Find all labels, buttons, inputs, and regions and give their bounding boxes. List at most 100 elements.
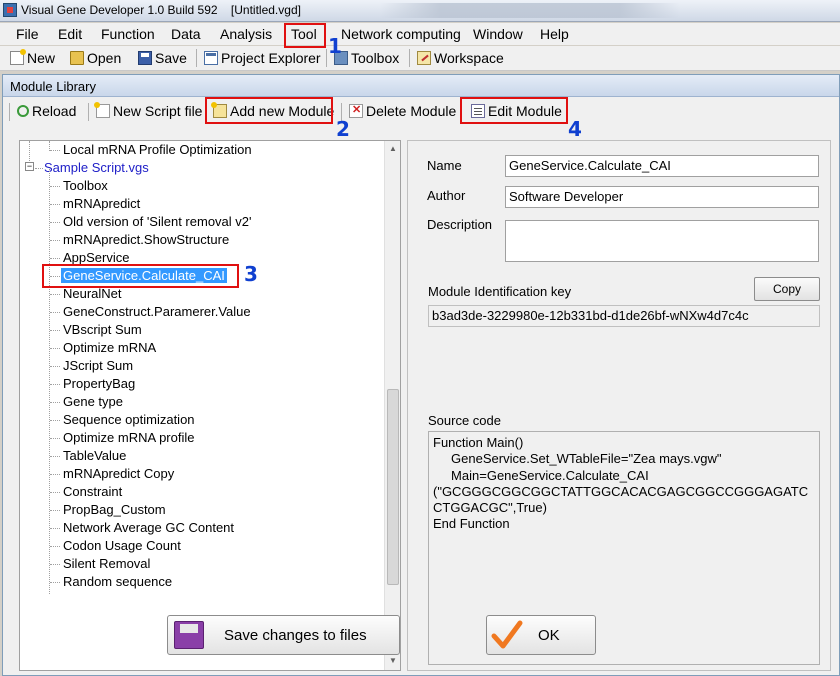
app-toolbar: New Open Save Project Explorer Toolbox W…: [0, 46, 840, 71]
tree-item-label: Sequence optimization: [63, 412, 195, 427]
module-key-field[interactable]: b3ad3de-3229980e-12b331bd-d1de26bf-wNXw4…: [428, 305, 820, 327]
tree-item-label: Codon Usage Count: [63, 538, 181, 553]
menu-bar: File Edit Function Data Analysis Tool Ne…: [0, 23, 840, 45]
ok-button[interactable]: OK: [486, 615, 596, 655]
save-changes-label: Save changes to files: [224, 627, 367, 644]
tree-item-label: PropBag_Custom: [63, 502, 166, 517]
toolbox-label: Toolbox: [351, 50, 400, 66]
delete-module-icon: [349, 103, 363, 118]
author-field[interactable]: Software Developer: [505, 186, 819, 208]
reload-button[interactable]: Reload: [17, 103, 76, 119]
module-toolbar: Reload New Script file Add new Module De…: [3, 99, 839, 125]
menu-network-computing[interactable]: Network computing: [341, 26, 461, 42]
window-title: Visual Gene Developer 1.0 Build 592 [Unt…: [21, 3, 301, 17]
new-script-icon: [94, 102, 110, 118]
title-bar: Visual Gene Developer 1.0 Build 592 [Unt…: [0, 0, 840, 22]
reload-icon: [17, 105, 29, 117]
annotation-step-1: 1: [328, 34, 342, 58]
project-explorer-button[interactable]: Project Explorer: [204, 50, 321, 66]
tree-item-label: Old version of 'Silent removal v2': [63, 214, 252, 229]
workspace-label: Workspace: [434, 50, 504, 66]
tree-scrollbar[interactable]: ▲ ▼: [384, 141, 400, 670]
save-disk-icon: [138, 51, 152, 65]
source-line: Main=GeneService.Calculate_CAI: [433, 467, 649, 483]
tree-item-label: PropertyBag: [63, 376, 136, 391]
save-changes-button[interactable]: Save changes to files: [167, 615, 400, 655]
toolbar-separator: [409, 49, 410, 67]
tree-item-label: Silent Removal: [63, 556, 151, 571]
name-label: Name: [427, 158, 462, 173]
menu-function[interactable]: Function: [101, 26, 155, 42]
scroll-down-icon[interactable]: ▼: [387, 654, 399, 668]
new-script-file-label: New Script file: [113, 103, 203, 119]
checkmark-icon: [491, 620, 523, 649]
tree-item-label: NeuralNet: [63, 286, 122, 301]
annotation-step-2: 2: [336, 117, 350, 141]
toolbox-button[interactable]: Toolbox: [334, 50, 399, 66]
menu-file[interactable]: File: [16, 26, 39, 42]
module-key-label: Module Identification key: [428, 284, 572, 299]
annotation-box-add-module: [205, 97, 333, 124]
scroll-up-icon[interactable]: ▲: [387, 142, 399, 156]
source-line: Function Main(): [433, 435, 524, 450]
tree-item-label: mRNApredict.ShowStructure: [63, 232, 230, 247]
open-button[interactable]: Open: [70, 50, 121, 66]
tree-item-label: mRNApredict: [63, 196, 141, 211]
menu-edit[interactable]: Edit: [58, 26, 82, 42]
tree-item-label: Random sequence: [63, 574, 173, 589]
menu-data[interactable]: Data: [171, 26, 201, 42]
delete-module-label: Delete Module: [366, 103, 457, 119]
save-toolbar-button[interactable]: Save: [138, 50, 187, 66]
delete-module-button[interactable]: Delete Module: [349, 103, 456, 119]
open-folder-icon: [70, 51, 84, 65]
project-explorer-icon: [204, 51, 218, 65]
new-script-file-button[interactable]: New Script file: [94, 102, 203, 119]
new-file-icon: [10, 49, 26, 65]
annotation-step-4: 4: [568, 117, 582, 141]
reload-label: Reload: [32, 103, 77, 119]
annotation-box-selected-module: [42, 264, 239, 288]
scrollbar-thumb[interactable]: [387, 389, 399, 585]
copy-key-button[interactable]: Copy: [754, 277, 820, 301]
tree-item-label: Constraint: [63, 484, 123, 499]
annotation-box-tool: [284, 23, 326, 48]
name-field[interactable]: GeneService.Calculate_CAI: [505, 155, 819, 177]
new-button[interactable]: New: [10, 49, 55, 66]
module-details-panel: Name GeneService.Calculate_CAI Author So…: [407, 140, 831, 671]
description-label: Description: [427, 217, 493, 232]
tree-connector: [29, 141, 30, 161]
source-code-label: Source code: [428, 413, 501, 428]
toolbar-grip: [9, 103, 10, 121]
tree-item-label: JScript Sum: [63, 358, 134, 373]
source-line: ("GCGGGCGGCGGCTATTGGCACACGAGCGGCCGGGAGAT…: [433, 483, 809, 499]
menu-window[interactable]: Window: [473, 26, 523, 42]
workspace-icon: [417, 51, 431, 65]
menu-help[interactable]: Help: [540, 26, 569, 42]
title-bar-blurred-area: [380, 3, 680, 18]
toolbar-separator: [326, 49, 327, 67]
source-line: GeneService.Set_WTableFile="Zea mays.vgw…: [433, 451, 722, 467]
tree-item-label: Optimize mRNA: [63, 340, 157, 355]
floppy-disk-icon: [174, 621, 204, 649]
tree-item-label: Gene type: [63, 394, 123, 409]
tree-item-label: mRNApredict Copy: [63, 466, 175, 481]
tree-item-label: Optimize mRNA profile: [63, 430, 195, 445]
menu-analysis[interactable]: Analysis: [220, 26, 272, 42]
annotation-step-3: 3: [244, 262, 258, 286]
module-tree[interactable]: Local mRNA Profile Optimization − Sample…: [19, 140, 401, 671]
toolbar-separator: [88, 103, 89, 121]
tree-item-label: VBscript Sum: [63, 322, 142, 337]
source-line: End Function: [433, 516, 510, 532]
description-field[interactable]: [505, 220, 819, 262]
tree-item-label: Toolbox: [63, 178, 108, 193]
workspace-button[interactable]: Workspace: [417, 50, 504, 66]
module-library-dialog: Module Library Reload New Script file Ad…: [2, 74, 840, 676]
toolbar-separator: [196, 49, 197, 67]
save-toolbar-label: Save: [155, 50, 187, 66]
open-button-label: Open: [87, 50, 122, 66]
annotation-box-edit-module: [460, 97, 568, 124]
tree-children-connector: [49, 169, 50, 594]
tree-collapse-toggle[interactable]: −: [25, 162, 34, 171]
author-label: Author: [427, 188, 466, 203]
tree-item-label: GeneConstruct.Paramerer.Value: [63, 304, 251, 319]
